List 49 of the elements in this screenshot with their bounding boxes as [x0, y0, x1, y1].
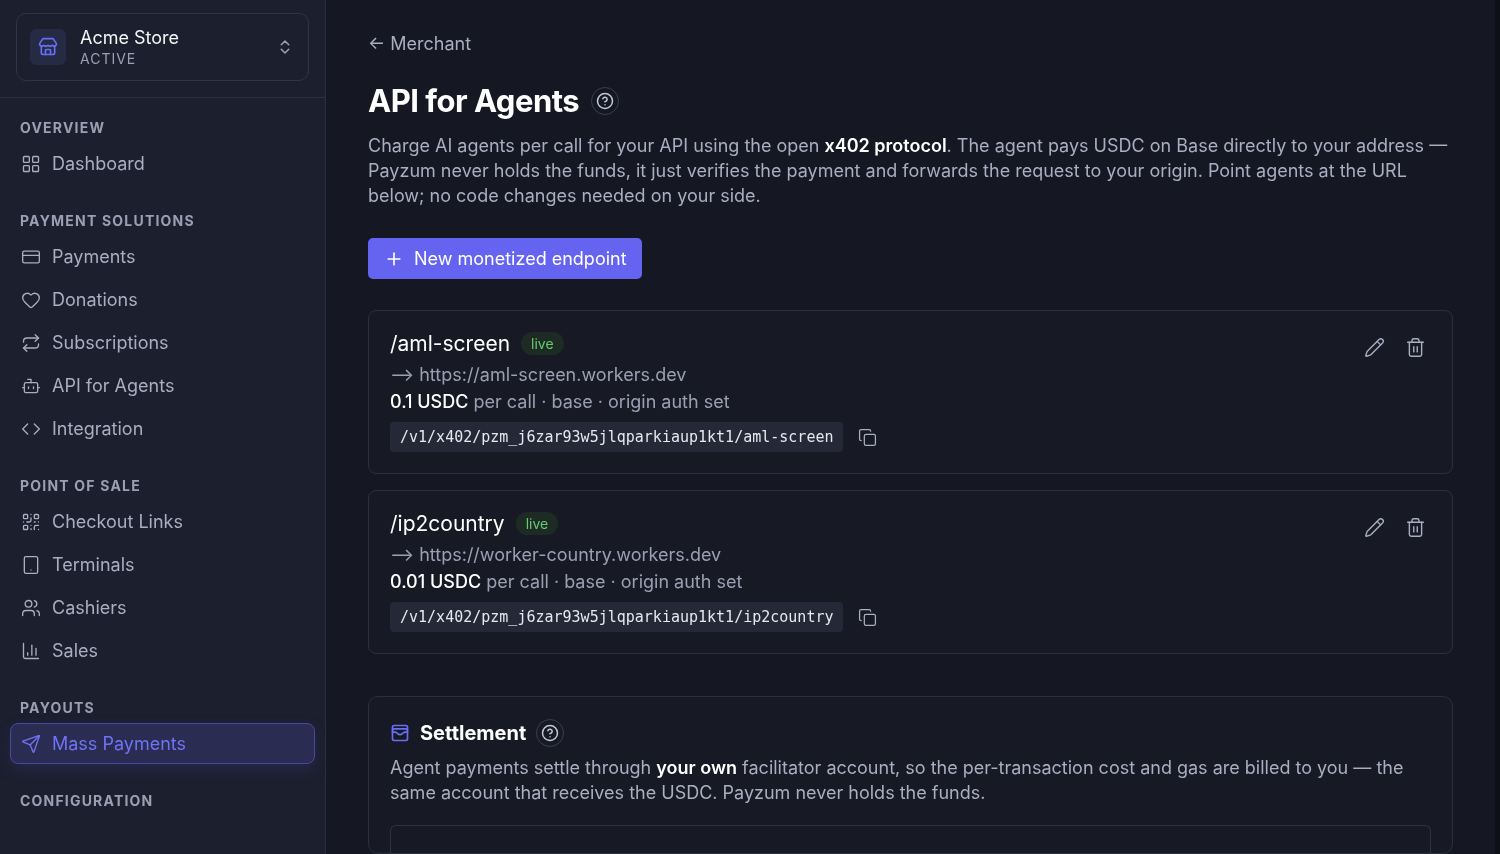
nav-item[interactable]: Cashiers	[10, 587, 315, 628]
new-endpoint-button[interactable]: New monetized endpoint	[368, 238, 642, 279]
nav-icon	[21, 511, 41, 532]
nav-item[interactable]: Checkout Links	[10, 501, 315, 542]
endpoint-url: /v1/x402/pzm_j6zar93w5jlqparkiaup1kt1/ip2country	[390, 602, 844, 632]
status-badge: live	[515, 512, 559, 535]
nav-item[interactable]: Payments	[10, 236, 315, 277]
page-title: API for Agents	[368, 82, 580, 119]
edit-button[interactable]	[1364, 337, 1385, 358]
endpoint-path: /aml-screen	[390, 331, 511, 356]
nav-icon	[21, 733, 41, 754]
endpoint-url: /v1/x402/pzm_j6zar93w5jlqparkiaup1kt1/aml-screen	[390, 422, 844, 452]
origin-url: ⟶ https://worker-country.workers.dev	[390, 544, 723, 565]
nav-item[interactable]: Sales	[10, 630, 315, 671]
nav-item[interactable]: Terminals	[10, 544, 315, 585]
nav-item[interactable]: Dashboard	[10, 143, 315, 184]
delete-button[interactable]	[1405, 517, 1426, 538]
nav-icon	[21, 332, 41, 353]
store-name: Acme Store	[80, 27, 181, 48]
nav-item[interactable]: Subscriptions	[10, 322, 315, 363]
nav-item[interactable]: Donations	[10, 279, 315, 320]
copy-button[interactable]	[858, 427, 878, 447]
section-heading: OVERVIEW	[19, 118, 107, 138]
settlement-title: Settlement	[420, 721, 527, 745]
origin-url: ⟶ https://aml-screen.workers.dev	[390, 364, 688, 385]
edit-button[interactable]	[1364, 517, 1385, 538]
delete-button[interactable]	[1405, 337, 1426, 358]
section-heading: PAYMENT SOLUTIONS	[19, 211, 196, 231]
status-badge: live	[521, 332, 564, 355]
nav-icon	[21, 597, 41, 618]
price-info: 0.01 USDC per call · base · origin auth set	[390, 571, 744, 592]
nav-item[interactable]: Integration	[10, 408, 315, 449]
section-heading: CONFIGURATION	[19, 791, 155, 811]
store-switcher[interactable]: Acme Store ACTIVE	[16, 13, 309, 81]
nav-icon	[21, 153, 41, 174]
settlement-description: Agent payments settle through your own facilitator account, so the per-transaction cost and gas are billed to you — the same account that receives the USDC. Payzum never holds the funds.	[390, 756, 1405, 805]
store-status: ACTIVE	[80, 50, 138, 67]
copy-button[interactable]	[858, 607, 878, 627]
wallet-icon	[390, 723, 410, 743]
nav-item[interactable]: API for Agents	[10, 365, 315, 406]
back-link[interactable]: ← Merchant	[368, 30, 472, 58]
nav-icon	[21, 554, 41, 575]
price-info: 0.1 USDC per call · base · origin auth set	[390, 391, 731, 412]
store-icon	[30, 29, 66, 65]
endpoint-path: /ip2country	[390, 511, 505, 536]
nav-icon	[21, 640, 41, 661]
section-heading: PAYOUTS	[19, 698, 96, 718]
page-description: Charge AI agents per call for your API using the open x402 protocol. The agent pays USDC on Base directly to your address — Payzum never holds the funds, it just verifies the payment and forwards the request to your origin. Point agents at the URL below; no code changes needed on your side.	[368, 134, 1449, 208]
section-heading: POINT OF SALE	[19, 476, 142, 496]
